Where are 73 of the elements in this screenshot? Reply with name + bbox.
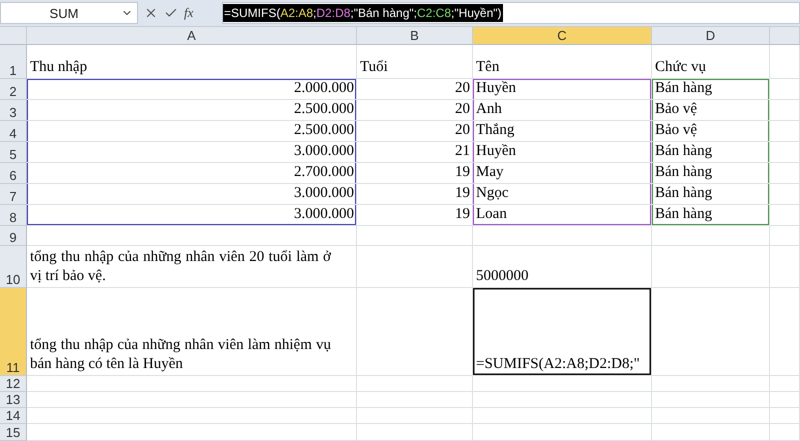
table-cell: Bán hàng <box>652 79 770 100</box>
table-cell <box>770 45 800 79</box>
table-cell: May <box>473 163 652 184</box>
table-cell <box>770 79 800 100</box>
table-cell <box>770 246 800 288</box>
row-header[interactable]: 12 <box>0 376 27 392</box>
row-header[interactable]: 7 <box>0 184 27 205</box>
column-header[interactable]: B <box>357 27 473 45</box>
table-cell: 21 <box>357 142 473 163</box>
table-cell <box>770 408 800 424</box>
table-cell: Bán hàng <box>652 163 770 184</box>
row-header[interactable]: 10 <box>0 246 27 288</box>
active-cell[interactable]: =SUMIFS(A2:A8;D2:D8;" <box>473 288 652 376</box>
row-header[interactable]: 1 <box>0 45 27 79</box>
table-cell: 3.000.000 <box>27 205 357 226</box>
table-cell: 19 <box>357 205 473 226</box>
table-cell <box>770 226 800 246</box>
table-cell: 2.500.000 <box>27 121 357 142</box>
row-header[interactable]: 9 <box>0 226 27 246</box>
row-header[interactable]: 15 <box>0 424 27 441</box>
table-cell: Tuổi <box>357 45 473 79</box>
table-cell: 2.000.000 <box>27 79 357 100</box>
table-cell: tổng thu nhập của những nhân viên làm nhiệm vụ bán hàng có tên là Huyền <box>27 288 357 376</box>
table-cell: Huyền <box>473 142 652 163</box>
table-cell <box>770 205 800 226</box>
column-header[interactable]: A <box>27 27 357 45</box>
table-cell <box>770 184 800 205</box>
row-header[interactable]: 14 <box>0 408 27 424</box>
table-cell: Bán hàng <box>652 142 770 163</box>
table-cell: Thắng <box>473 121 652 142</box>
row-header[interactable]: 13 <box>0 392 27 408</box>
insert-function-button[interactable]: fx <box>184 5 194 21</box>
table-cell <box>770 424 800 441</box>
table-cell: 19 <box>357 184 473 205</box>
formula-field[interactable]: =SUMIFS(A2:A8;D2:D8;"Bán hàng";C2:C8;"Huyền") <box>222 2 800 24</box>
table-cell: 20 <box>357 100 473 121</box>
table-cell: Bán hàng <box>652 205 770 226</box>
table-cell: Bảo vệ <box>652 121 770 142</box>
row-header[interactable]: 5 <box>0 142 27 163</box>
cancel-icon[interactable] <box>144 6 158 20</box>
row-header[interactable]: 6 <box>0 163 27 184</box>
table-cell: Ngọc <box>473 184 652 205</box>
table-cell: Chức vụ <box>652 45 770 79</box>
table-cell: 2.500.000 <box>27 100 357 121</box>
table-cell: 2.700.000 <box>27 163 357 184</box>
table-cell: 20 <box>357 121 473 142</box>
table-cell: Anh <box>473 100 652 121</box>
table-cell <box>770 392 800 408</box>
table-cell: 3.000.000 <box>27 142 357 163</box>
table-cell: 20 <box>357 79 473 100</box>
table-cell <box>770 376 800 392</box>
row-header[interactable]: 8 <box>0 205 27 226</box>
row-header[interactable]: 2 <box>0 79 27 100</box>
table-cell: 5000000 <box>473 246 652 288</box>
row-header[interactable]: 11 <box>0 288 27 376</box>
table-cell: Loan <box>473 205 652 226</box>
column-header[interactable]: D <box>652 27 770 45</box>
table-cell <box>770 163 800 184</box>
table-cell <box>770 142 800 163</box>
table-cell: 3.000.000 <box>27 184 357 205</box>
table-cell: Bảo vệ <box>652 100 770 121</box>
table-cell <box>770 100 800 121</box>
row-header[interactable]: 3 <box>0 100 27 121</box>
column-header[interactable]: C <box>473 27 652 45</box>
table-cell: Bán hàng <box>652 184 770 205</box>
table-cell <box>770 121 800 142</box>
row-header[interactable]: 4 <box>0 121 27 142</box>
table-cell: Thu nhập <box>27 45 357 79</box>
table-cell: tổng thu nhập của những nhân viên 20 tuổi làm ở vị trí bảo vệ. <box>27 246 357 288</box>
table-cell: Tên <box>473 45 652 79</box>
table-cell: Huyền <box>473 79 652 100</box>
name-box[interactable]: SUM <box>0 2 138 24</box>
table-cell: 19 <box>357 163 473 184</box>
